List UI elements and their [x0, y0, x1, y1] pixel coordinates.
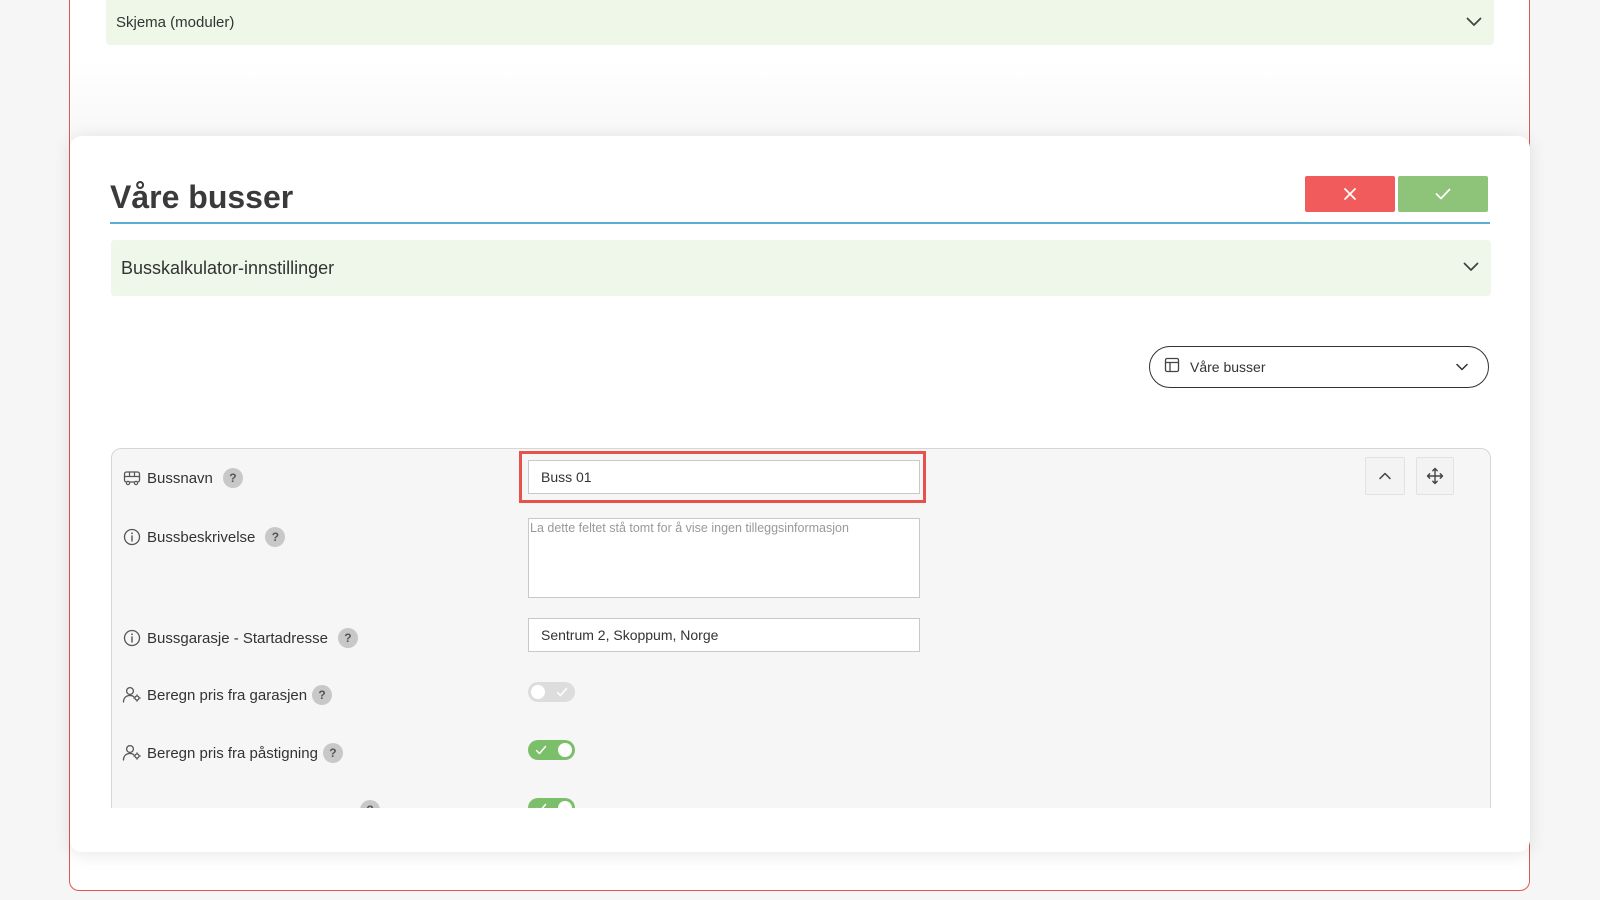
third-toggle[interactable]	[528, 798, 575, 808]
background-accordion-skjema[interactable]: Skjema (moduler)	[106, 0, 1494, 45]
price-from-boarding-toggle[interactable]	[528, 740, 575, 760]
bus-name-label: Bussnavn	[147, 469, 213, 487]
modal-header: Våre busser	[110, 176, 1490, 224]
bus-icon	[122, 470, 142, 486]
table-select-dropdown[interactable]: Våre busser	[1149, 346, 1489, 388]
price-from-garage-toggle[interactable]	[528, 682, 575, 702]
garage-address-input[interactable]	[528, 618, 920, 652]
table-icon	[1164, 357, 1180, 378]
bus-form-panel: Bussnavn ? Bussbeskrivelse ? Bussgarasje…	[111, 448, 1491, 808]
price-from-boarding-label-row: Beregn pris fra påstigning ?	[122, 743, 343, 763]
bus-name-input[interactable]	[528, 460, 920, 494]
info-icon	[122, 629, 142, 647]
collapse-button[interactable]	[1365, 457, 1405, 495]
bus-description-textarea[interactable]	[528, 518, 920, 598]
chevron-down-icon	[1463, 259, 1479, 277]
price-from-boarding-label: Beregn pris fra påstigning	[147, 744, 318, 762]
user-settings-icon	[122, 744, 142, 762]
accordion-label: Busskalkulator-innstillinger	[121, 257, 335, 278]
check-icon	[556, 687, 568, 697]
move-icon	[1426, 467, 1444, 485]
price-from-garage-label-row: Beregn pris fra garasjen ?	[122, 685, 333, 705]
bus-modal: Våre busser Busskalkulator-innstillinger…	[70, 136, 1530, 852]
chevron-down-icon	[1466, 14, 1482, 32]
user-settings-icon	[122, 686, 142, 704]
help-icon[interactable]: ?	[312, 685, 333, 705]
help-icon[interactable]: ?	[265, 527, 286, 547]
accordion-bus-calculator-settings[interactable]: Busskalkulator-innstillinger	[111, 240, 1491, 296]
cancel-button[interactable]	[1305, 176, 1395, 212]
toggle-knob	[558, 801, 572, 808]
check-icon	[535, 745, 547, 755]
close-icon	[1344, 188, 1356, 200]
price-from-garage-label: Beregn pris fra garasjen	[147, 686, 308, 704]
background-fade	[71, 60, 1528, 140]
background-accordion-label: Skjema (moduler)	[116, 14, 235, 31]
check-icon	[535, 803, 547, 808]
help-icon[interactable]: ?	[322, 743, 343, 763]
chevron-down-icon	[1456, 358, 1468, 376]
garage-label-row: Bussgarasje - Startadresse ?	[122, 628, 358, 648]
info-icon	[122, 528, 142, 546]
chevron-up-icon	[1379, 472, 1391, 480]
toggle-knob	[558, 743, 572, 757]
garage-label: Bussgarasje - Startadresse	[147, 629, 328, 647]
table-select-value: Våre busser	[1190, 359, 1266, 375]
modal-title: Våre busser	[110, 179, 294, 215]
toggle-knob	[531, 685, 545, 699]
help-icon[interactable]: ?	[360, 800, 380, 808]
help-icon[interactable]: ?	[337, 628, 358, 648]
confirm-button[interactable]	[1398, 176, 1488, 212]
bus-description-label: Bussbeskrivelse	[147, 528, 256, 546]
check-icon	[1435, 188, 1451, 200]
move-handle[interactable]	[1416, 457, 1454, 495]
help-icon[interactable]: ?	[222, 468, 243, 488]
bus-name-label-row: Bussnavn ?	[122, 468, 243, 488]
bus-description-label-row: Bussbeskrivelse ?	[122, 527, 286, 547]
